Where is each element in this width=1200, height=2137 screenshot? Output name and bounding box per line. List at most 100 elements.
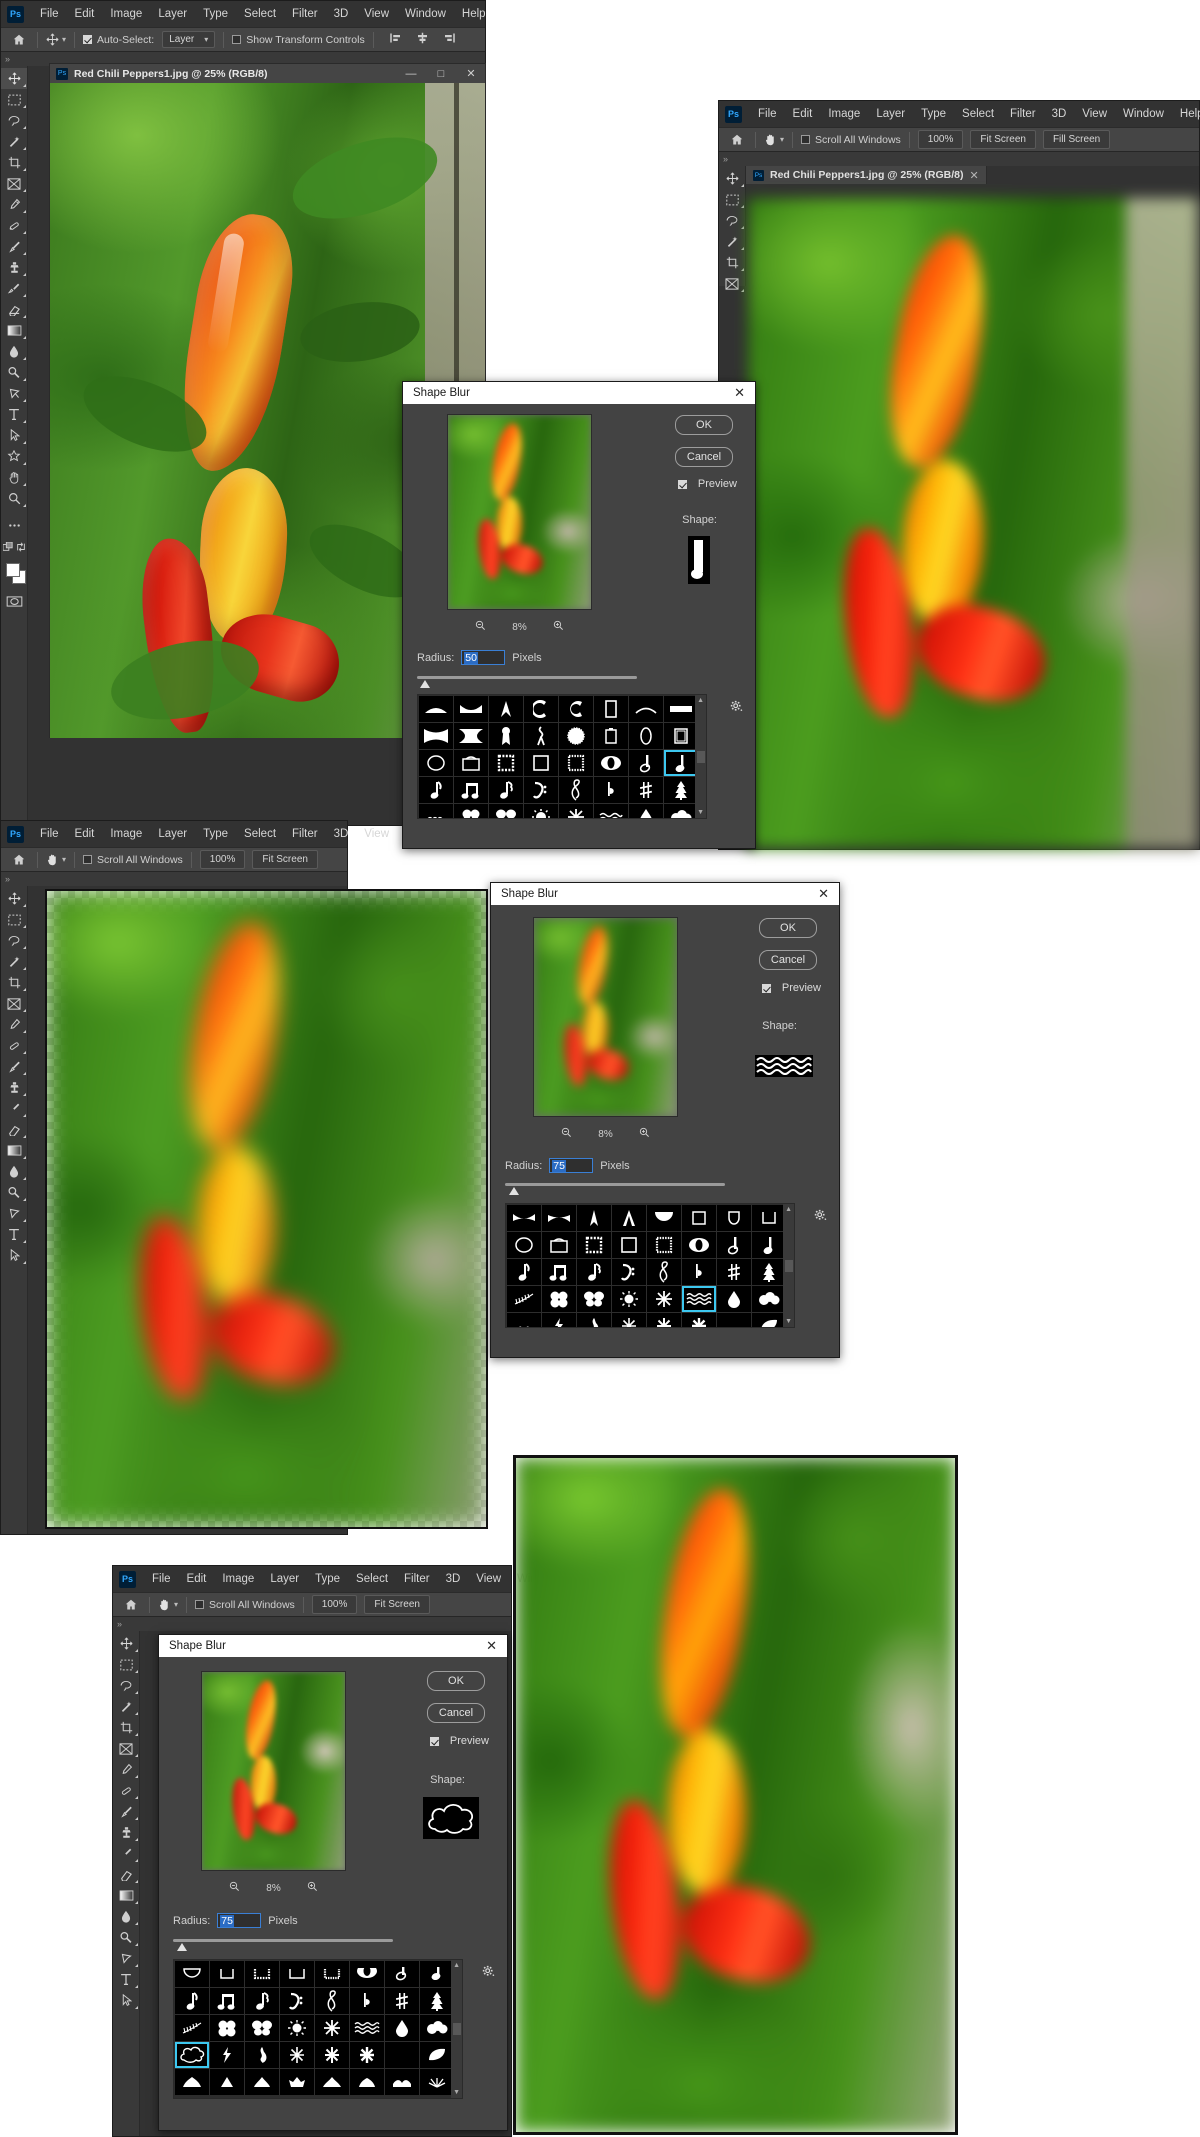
history-brush-icon[interactable] xyxy=(1,278,27,299)
blur-tool-icon[interactable] xyxy=(1,1161,27,1182)
hand-tool-icon[interactable]: ▾ xyxy=(764,133,784,146)
chevron-down-icon[interactable]: ▾ xyxy=(780,135,784,144)
gear-icon[interactable] xyxy=(730,700,743,716)
shape-cell[interactable] xyxy=(245,2042,279,2068)
shape-cell[interactable] xyxy=(682,1232,716,1258)
shape-cell[interactable] xyxy=(280,2015,314,2041)
lasso-icon[interactable] xyxy=(1,110,27,131)
shape-cell[interactable] xyxy=(210,2069,244,2095)
shape-cell[interactable] xyxy=(752,1205,784,1231)
preview-checkbox-3[interactable]: Preview xyxy=(429,1735,489,1747)
scroll-all-windows-checkbox[interactable]: Scroll All Windows xyxy=(195,1599,295,1611)
shape-cell[interactable] xyxy=(577,1232,611,1258)
fill-screen-button[interactable]: Fill Screen xyxy=(1042,130,1111,149)
color-swatches[interactable] xyxy=(4,561,27,591)
menu-image[interactable]: Image xyxy=(214,1570,262,1588)
shape-cell[interactable] xyxy=(612,1286,646,1312)
gradient-tool-icon[interactable] xyxy=(1,1140,27,1161)
cancel-button-3[interactable]: Cancel xyxy=(427,1703,485,1723)
shape-cell[interactable] xyxy=(245,1988,279,2014)
shape-cell[interactable] xyxy=(524,696,558,722)
chevron-up-icon[interactable]: ▲ xyxy=(785,1206,792,1213)
fit-screen-button[interactable]: Fit Screen xyxy=(970,130,1036,149)
move-tool-icon[interactable] xyxy=(1,68,27,89)
scroll-all-windows-checkbox[interactable]: Scroll All Windows xyxy=(801,134,901,146)
radius-row-3[interactable]: Radius: 75 Pixels xyxy=(173,1913,298,1928)
zoom-out-icon[interactable] xyxy=(229,1881,240,1895)
shape-cell[interactable] xyxy=(315,2042,349,2068)
preview-zoom-controls-1[interactable]: 8% xyxy=(447,620,592,634)
shape-cell[interactable] xyxy=(507,1259,541,1285)
menu-help[interactable]: Help xyxy=(454,5,494,23)
menu-bar-3[interactable]: Ps File Edit Image Layer Type Select Fil… xyxy=(1,821,389,847)
shape-cell[interactable] xyxy=(524,777,558,803)
zoom-out-icon[interactable] xyxy=(475,620,486,634)
home-icon[interactable] xyxy=(9,854,29,866)
shape-cell[interactable] xyxy=(385,2069,419,2095)
scrollbar-thumb[interactable] xyxy=(452,2023,461,2035)
move-tool-icon[interactable] xyxy=(1,888,27,909)
preview-checkbox-1[interactable]: Preview xyxy=(677,478,737,490)
shape-cell[interactable] xyxy=(594,804,628,818)
shape-cell[interactable] xyxy=(682,1205,716,1231)
shape-cell[interactable] xyxy=(385,1961,419,1987)
radius-input-3[interactable]: 75 xyxy=(217,1913,262,1928)
preview-thumbnail-3[interactable] xyxy=(201,1671,346,1871)
shape-cell-quarter-note-selected[interactable] xyxy=(664,750,696,776)
menu-filter[interactable]: Filter xyxy=(1002,105,1044,123)
crop-tool-icon[interactable] xyxy=(719,252,745,273)
move-tool-icon[interactable]: ▾ xyxy=(46,33,66,46)
shape-cell[interactable] xyxy=(454,777,488,803)
shape-cell[interactable] xyxy=(664,777,696,803)
shape-cell[interactable] xyxy=(717,1313,751,1327)
shape-cell[interactable] xyxy=(350,1961,384,1987)
frame-tool-icon[interactable] xyxy=(113,1738,139,1759)
shape-cell[interactable] xyxy=(647,1313,681,1327)
brush-tool-icon[interactable] xyxy=(113,1801,139,1822)
rectangular-marquee-icon[interactable] xyxy=(719,189,745,210)
move-tool-icon[interactable] xyxy=(113,1633,139,1654)
shape-cell[interactable] xyxy=(612,1232,646,1258)
lasso-icon[interactable] xyxy=(113,1675,139,1696)
shape-cell[interactable] xyxy=(175,2069,209,2095)
gradient-tool-icon[interactable] xyxy=(113,1885,139,1906)
shape-cell[interactable] xyxy=(629,723,663,749)
shape-cell[interactable] xyxy=(682,1259,716,1285)
panel-collapse-toggle[interactable]: » xyxy=(113,1617,511,1631)
shape-cell[interactable] xyxy=(420,2069,452,2095)
shape-cell[interactable] xyxy=(419,696,453,722)
blur-tool-icon[interactable] xyxy=(113,1906,139,1927)
shape-cell[interactable] xyxy=(559,777,593,803)
zoom-100-button[interactable]: 100% xyxy=(199,850,246,869)
shape-cell-waves-selected[interactable] xyxy=(682,1286,716,1312)
shape-cell[interactable] xyxy=(629,804,663,818)
radius-slider-3[interactable] xyxy=(173,1939,393,1951)
shape-cell[interactable] xyxy=(664,696,696,722)
shape-cell[interactable] xyxy=(647,1259,681,1285)
chevron-down-icon[interactable]: ▾ xyxy=(174,1600,178,1609)
canvas-image-blurred-1[interactable] xyxy=(747,197,1199,849)
type-tool-icon[interactable] xyxy=(1,404,27,425)
photoshop-window-3[interactable]: Ps File Edit Image Layer Type Select Fil… xyxy=(0,820,488,1535)
shape-cell[interactable] xyxy=(594,750,628,776)
ok-button-2[interactable]: OK xyxy=(759,918,817,938)
shape-cell[interactable] xyxy=(542,1259,576,1285)
shape-cell[interactable] xyxy=(245,2069,279,2095)
menu-file[interactable]: File xyxy=(32,825,67,843)
slider-thumb[interactable] xyxy=(420,680,430,688)
shape-cell[interactable] xyxy=(577,1286,611,1312)
menu-edit[interactable]: Edit xyxy=(67,825,103,843)
healing-brush-icon[interactable] xyxy=(1,215,27,236)
shape-cell[interactable] xyxy=(210,1988,244,2014)
shape-blur-dialog-2[interactable]: Shape Blur ✕ 8% OK Cancel Preview Shape:… xyxy=(490,882,840,1358)
maximize-icon[interactable]: □ xyxy=(429,68,453,80)
preview-thumbnail-2[interactable] xyxy=(533,917,678,1117)
shape-cell[interactable] xyxy=(489,750,523,776)
zoom-in-icon[interactable] xyxy=(553,620,564,634)
gradient-tool-icon[interactable] xyxy=(1,320,27,341)
history-brush-icon[interactable] xyxy=(113,1843,139,1864)
shape-cell[interactable] xyxy=(594,723,628,749)
menu-view[interactable]: View xyxy=(1074,105,1115,123)
shape-cell[interactable] xyxy=(454,723,488,749)
path-selection-icon[interactable] xyxy=(1,425,27,446)
